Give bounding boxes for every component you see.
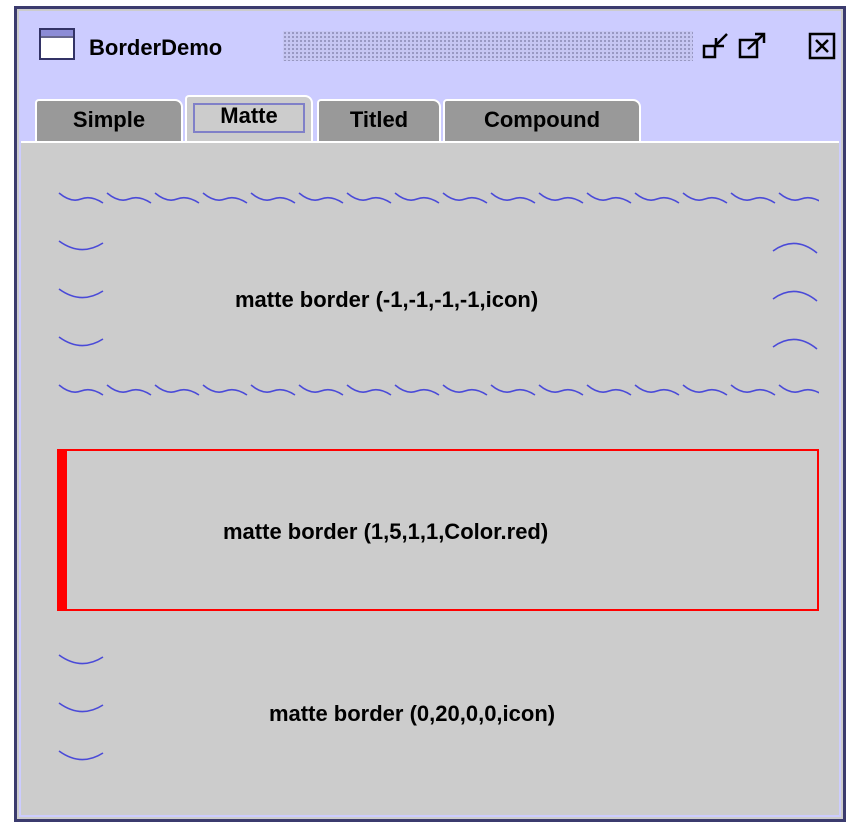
- app-window: BorderDemo Simple Matte Titled Compound …: [14, 6, 846, 822]
- maximize-icon[interactable]: [737, 31, 769, 61]
- icon-left-matte-label: matte border (0,20,0,0,icon): [269, 701, 556, 726]
- wave-border-left-3: [57, 331, 105, 355]
- title-bar[interactable]: BorderDemo: [21, 13, 839, 89]
- wave-border-bottom: [57, 379, 819, 403]
- wave-border-left-1: [57, 235, 105, 259]
- matte-tab-content: matte border (-1,-1,-1,-1,icon) matte bo…: [21, 141, 839, 815]
- title-grip: [283, 31, 693, 61]
- wave-border-right-1: [771, 235, 819, 259]
- color-matte-panel: matte border (1,5,1,1,Color.red): [57, 449, 819, 611]
- icon-matte-label: matte border (-1,-1,-1,-1,icon): [235, 287, 539, 312]
- color-matte-label: matte border (1,5,1,1,Color.red): [223, 519, 549, 544]
- window-icon[interactable]: [39, 28, 75, 60]
- iconify-icon[interactable]: [701, 31, 733, 61]
- tab-matte[interactable]: Matte: [185, 95, 313, 141]
- tab-compound[interactable]: Compound: [443, 99, 641, 141]
- wave-left-border-1: [57, 649, 105, 673]
- window-frame: BorderDemo Simple Matte Titled Compound …: [19, 11, 841, 817]
- wave-border-top: [57, 187, 819, 211]
- tab-titled[interactable]: Titled: [317, 99, 441, 141]
- wave-border-right-2: [771, 283, 819, 307]
- wave-border-left-2: [57, 283, 105, 307]
- tab-strip: Simple Matte Titled Compound: [21, 89, 839, 141]
- close-icon[interactable]: [807, 31, 839, 61]
- window-title: BorderDemo: [89, 35, 223, 60]
- wave-left-border-3: [57, 745, 105, 769]
- wave-border-right-3: [771, 331, 819, 355]
- wave-left-border-2: [57, 697, 105, 721]
- tab-simple[interactable]: Simple: [35, 99, 183, 141]
